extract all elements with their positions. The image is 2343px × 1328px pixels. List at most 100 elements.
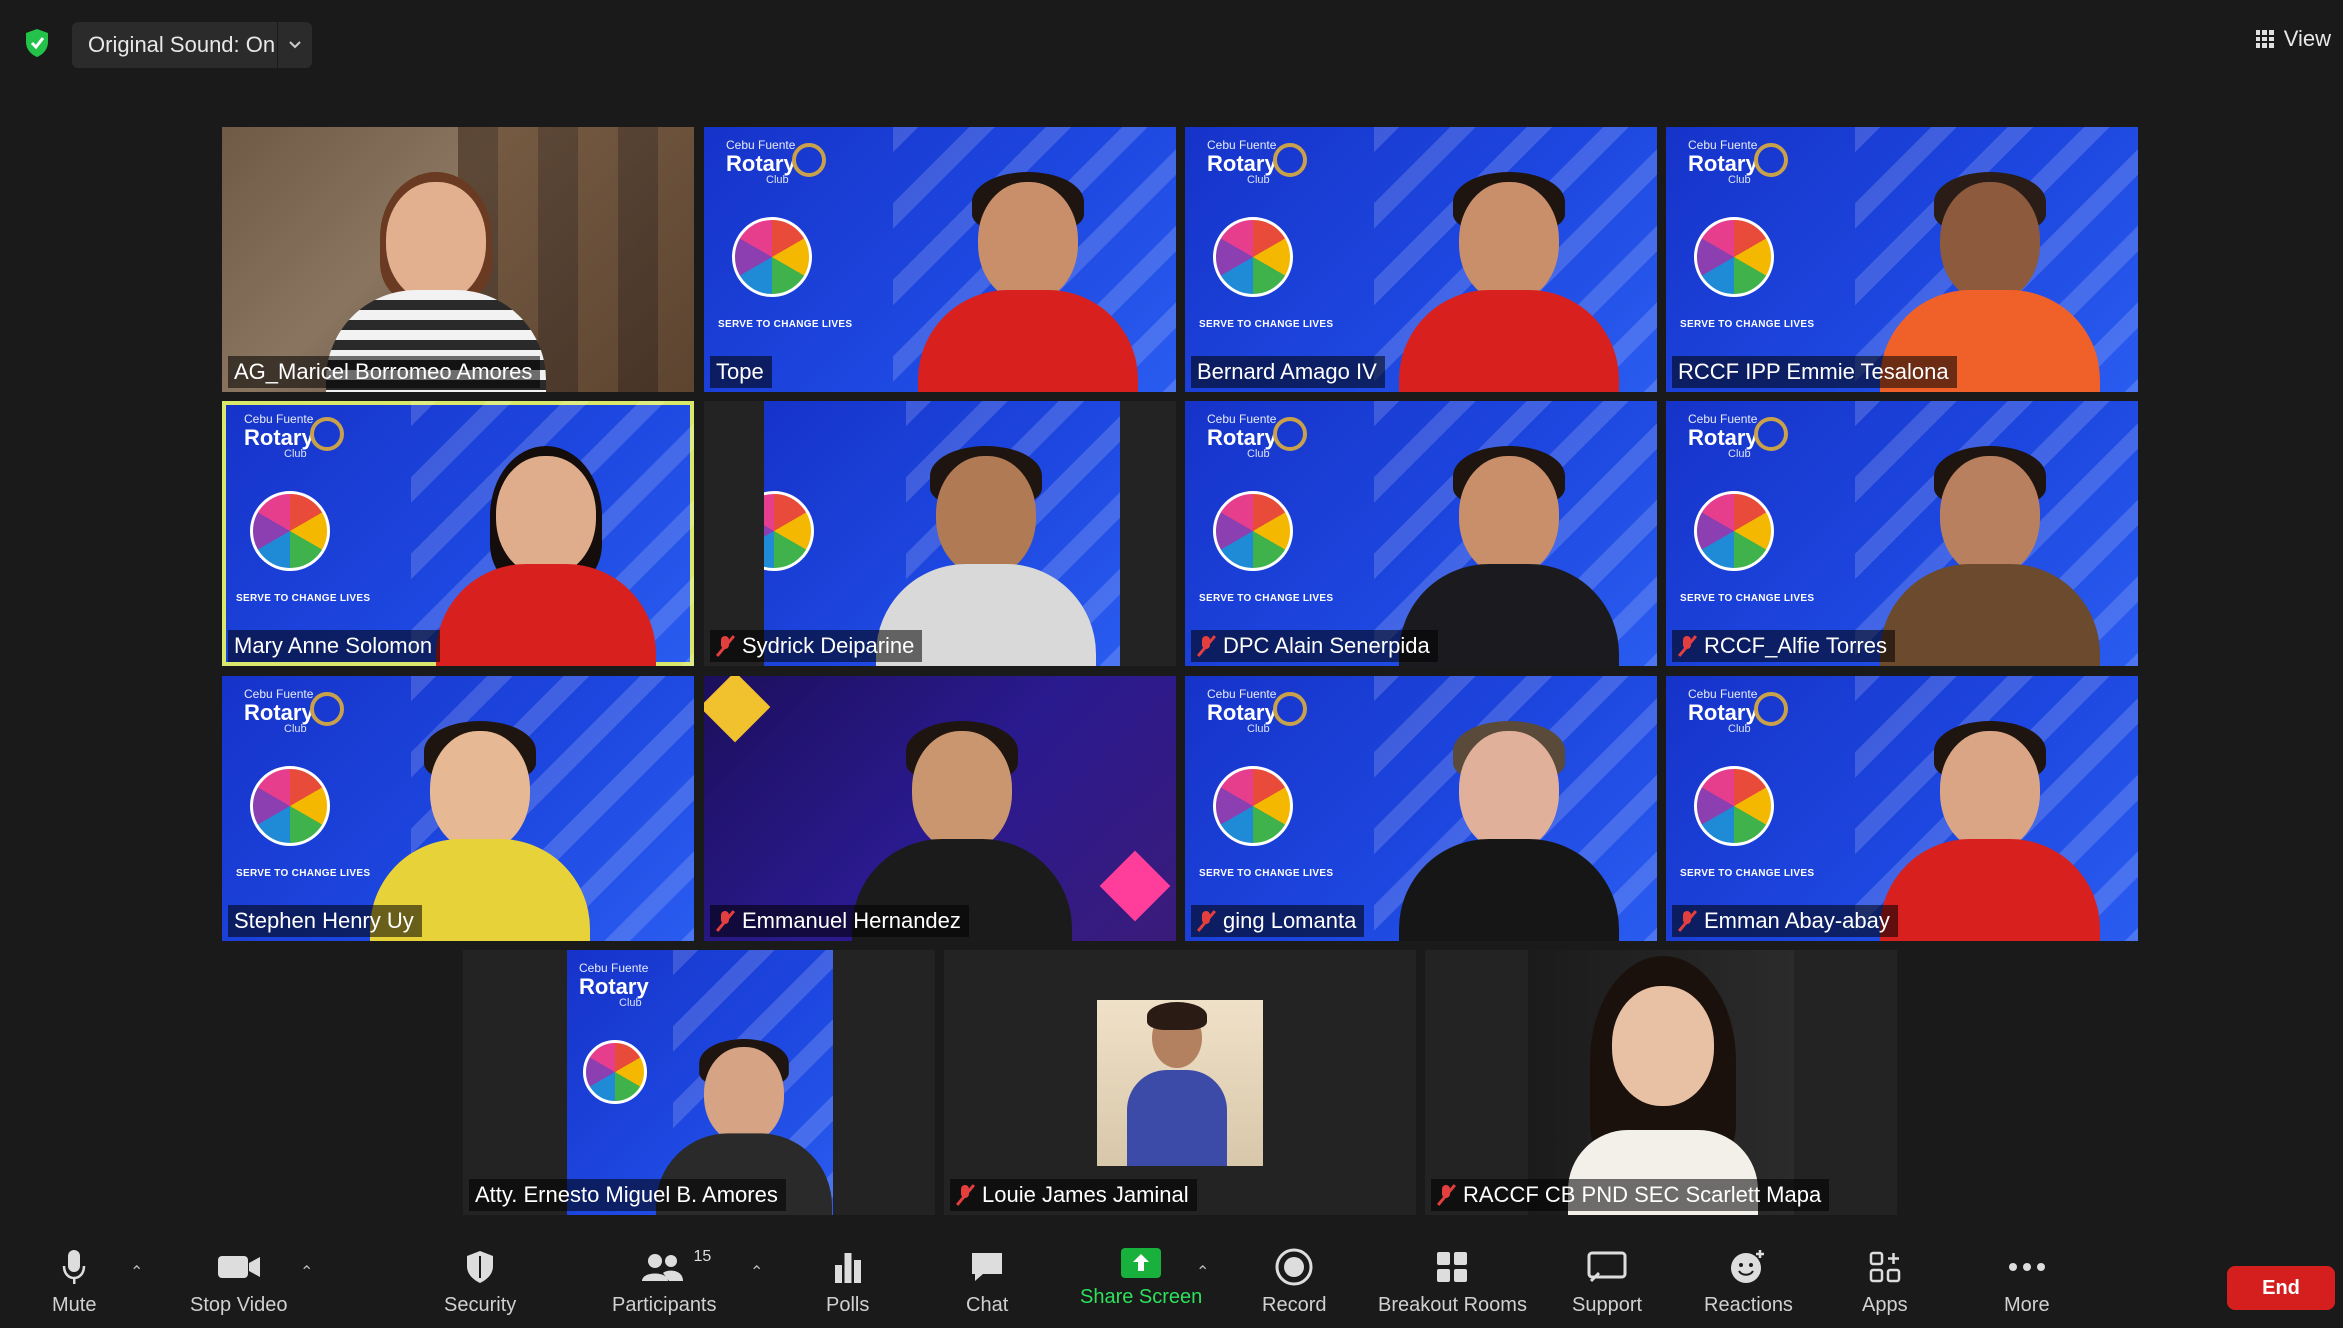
- chat-bubble-icon: [969, 1248, 1005, 1286]
- microphone-icon: [61, 1248, 87, 1286]
- globe-hand-logo: [1213, 766, 1293, 846]
- participant-video: [1399, 172, 1619, 392]
- muted-mic-icon: [1437, 1184, 1455, 1206]
- participant-nameplate: Tope: [710, 356, 772, 388]
- participant-name: Atty. Ernesto Miguel B. Amores: [475, 1182, 778, 1207]
- support-button[interactable]: Support: [1572, 1248, 1642, 1317]
- rotary-wheel-icon: [1273, 417, 1307, 451]
- more-button[interactable]: More: [2004, 1248, 2050, 1317]
- polls-button[interactable]: Polls: [826, 1248, 869, 1317]
- breakout-rooms-button[interactable]: Breakout Rooms: [1378, 1248, 1527, 1317]
- video-camera-icon: [217, 1248, 261, 1286]
- rotary-brand: Cebu Fuente Rotary Club: [1207, 138, 1277, 186]
- chat-button[interactable]: Chat: [966, 1248, 1008, 1317]
- video-tile[interactable]: Cebu Fuente Rotary Club SERVE TO CHANGE LI…: [704, 127, 1176, 392]
- globe-hand-logo: [732, 217, 812, 297]
- apps-icon: [1868, 1248, 1902, 1286]
- participant-name: Emmanuel Hernandez: [742, 908, 961, 933]
- globe-hand-logo: [1694, 491, 1774, 571]
- apps-button[interactable]: Apps: [1862, 1248, 1908, 1317]
- encryption-shield-icon[interactable]: [24, 28, 50, 58]
- participant-name: AG_Maricel Borromeo Amores: [234, 359, 533, 384]
- rotary-wheel-icon: [1273, 692, 1307, 726]
- video-tile-active-speaker[interactable]: Cebu Fuente Rotary Club SERVE TO CHANGE LI…: [222, 401, 694, 666]
- more-dots-icon: [2008, 1248, 2046, 1286]
- participant-photo: [1528, 950, 1794, 1215]
- stop-video-button[interactable]: Stop Video: [190, 1248, 288, 1317]
- muted-mic-icon: [716, 910, 734, 932]
- globe-hand-logo: [1694, 217, 1774, 297]
- participant-name: Tope: [716, 359, 764, 384]
- grid-view-icon: [2255, 30, 2274, 48]
- tagline: SERVE TO CHANGE LIVES: [236, 868, 371, 879]
- video-tile[interactable]: Sydrick Deiparine: [704, 401, 1176, 666]
- video-tile[interactable]: Cebu Fuente Rotary Club SERVE TO CHANGE LI…: [1666, 676, 2138, 941]
- participant-name: RCCF_Alfie Torres: [1704, 633, 1887, 658]
- globe-hand-logo: [250, 766, 330, 846]
- participant-video-frame: Cebu Fuente Rotary Club: [567, 950, 833, 1215]
- participant-nameplate: Mary Anne Solomon: [228, 630, 441, 662]
- participant-name: Louie James Jaminal: [982, 1182, 1189, 1207]
- video-tile[interactable]: Emmanuel Hernandez: [704, 676, 1176, 941]
- video-tile[interactable]: Cebu Fuente Rotary Club SERVE TO CHANGE LI…: [222, 676, 694, 941]
- tagline: SERVE TO CHANGE LIVES: [1680, 319, 1815, 330]
- participants-button[interactable]: 15 Participants: [612, 1248, 717, 1317]
- rotary-brand: Cebu Fuente Rotary Club: [579, 961, 649, 1009]
- globe-hand-logo: [250, 491, 330, 571]
- record-button[interactable]: Record: [1262, 1248, 1326, 1317]
- participant-nameplate: ging Lomanta: [1191, 905, 1365, 937]
- video-tile[interactable]: Cebu Fuente Rotary Club Atty. Ernesto Migu…: [463, 950, 935, 1215]
- reactions-button[interactable]: Reactions: [1704, 1248, 1793, 1317]
- video-tile[interactable]: Cebu Fuente Rotary Club SERVE TO CHANGE LI…: [1185, 401, 1657, 666]
- tagline: SERVE TO CHANGE LIVES: [236, 593, 371, 604]
- rotary-brand: Cebu Fuente Rotary Club: [1688, 687, 1758, 735]
- participant-nameplate: DPC Alain Senerpida: [1191, 630, 1438, 662]
- original-sound-button[interactable]: Original Sound: On: [72, 22, 312, 68]
- participants-options-caret-icon[interactable]: ⌃: [750, 1262, 763, 1282]
- zoom-meeting-window: Original Sound: On View AG_Maricel Borro…: [0, 0, 2343, 1328]
- end-meeting-button[interactable]: End: [2227, 1266, 2335, 1310]
- participants-count: 15: [693, 1248, 712, 1265]
- participant-nameplate: RCCF_Alfie Torres: [1672, 630, 1895, 662]
- share-options-caret-icon[interactable]: ⌃: [1196, 1262, 1209, 1282]
- rotary-brand: Cebu Fuente Rotary Club: [1207, 412, 1277, 460]
- video-options-caret-icon[interactable]: ⌃: [300, 1262, 313, 1282]
- participant-name: Sydrick Deiparine: [742, 633, 915, 658]
- globe-hand-logo: [1213, 491, 1293, 571]
- mute-options-caret-icon[interactable]: ⌃: [130, 1262, 143, 1282]
- participant-video: [1880, 446, 2100, 666]
- participant-nameplate: Emman Abay-abay: [1672, 905, 1898, 937]
- participant-nameplate: Stephen Henry Uy: [228, 905, 422, 937]
- participant-nameplate: AG_Maricel Borromeo Amores: [228, 356, 541, 388]
- participant-video: [918, 172, 1138, 392]
- video-tile[interactable]: AG_Maricel Borromeo Amores: [222, 127, 694, 392]
- participant-name: Emman Abay-abay: [1704, 908, 1890, 933]
- video-tile[interactable]: RACCF CB PND SEC Scarlett Mapa: [1425, 950, 1897, 1215]
- participant-nameplate: Bernard Amago IV: [1191, 356, 1385, 388]
- globe-hand-logo: [583, 1040, 647, 1104]
- video-tile[interactable]: Louie James Jaminal: [944, 950, 1416, 1215]
- participant-name: RCCF IPP Emmie Tesalona: [1678, 359, 1949, 384]
- chevron-down-icon[interactable]: [277, 22, 312, 68]
- muted-mic-icon: [1678, 635, 1696, 657]
- rotary-brand: Cebu Fuente Rotary Club: [1207, 687, 1277, 735]
- rotary-wheel-icon: [310, 417, 344, 451]
- view-button[interactable]: View: [2255, 26, 2331, 52]
- tagline: SERVE TO CHANGE LIVES: [718, 319, 853, 330]
- video-tile[interactable]: Cebu Fuente Rotary Club SERVE TO CHANGE LI…: [1666, 401, 2138, 666]
- tagline: SERVE TO CHANGE LIVES: [1680, 868, 1815, 879]
- tagline: SERVE TO CHANGE LIVES: [1680, 593, 1815, 604]
- share-screen-button[interactable]: Share Screen: [1080, 1248, 1202, 1309]
- rotary-wheel-icon: [1754, 417, 1788, 451]
- participant-name: Mary Anne Solomon: [234, 633, 433, 658]
- tagline: SERVE TO CHANGE LIVES: [1199, 593, 1334, 604]
- video-tile[interactable]: Cebu Fuente Rotary Club SERVE TO CHANGE LI…: [1666, 127, 2138, 392]
- muted-mic-icon: [716, 635, 734, 657]
- security-button[interactable]: Security: [444, 1248, 516, 1317]
- video-tile[interactable]: Cebu Fuente Rotary Club SERVE TO CHANGE LI…: [1185, 676, 1657, 941]
- rotary-brand: Cebu Fuente Rotary Club: [1688, 138, 1758, 186]
- mute-button[interactable]: Mute: [52, 1248, 96, 1317]
- video-tile[interactable]: Cebu Fuente Rotary Club SERVE TO CHANGE LI…: [1185, 127, 1657, 392]
- muted-mic-icon: [956, 1184, 974, 1206]
- participant-nameplate: Sydrick Deiparine: [710, 630, 923, 662]
